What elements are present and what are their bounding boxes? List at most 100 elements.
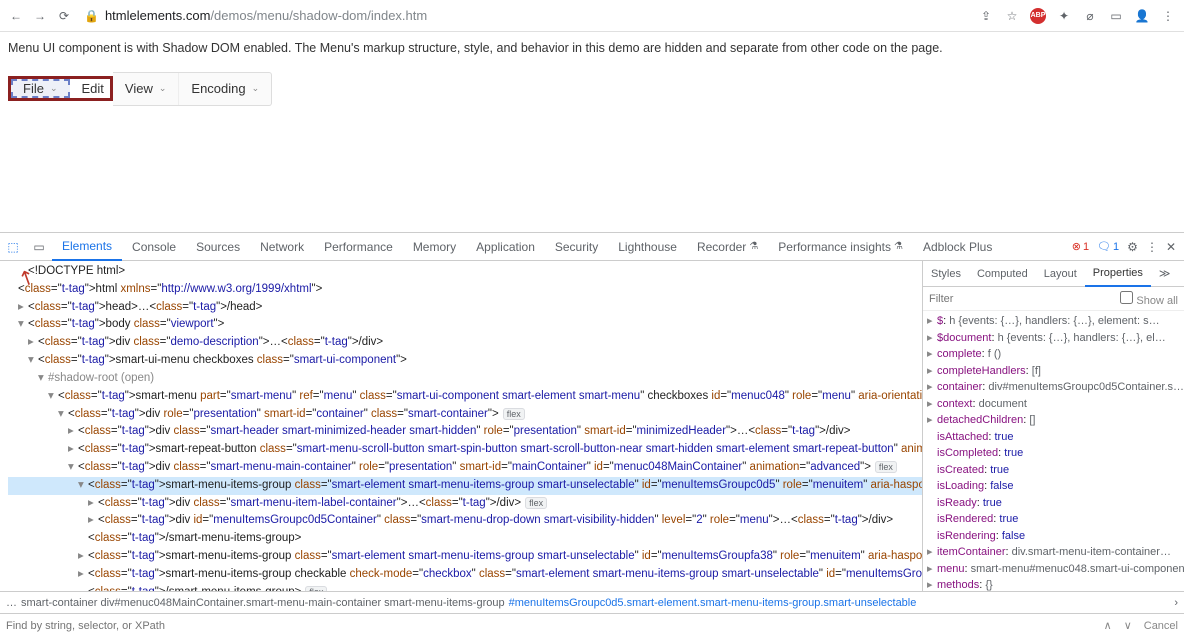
tab-network[interactable]: Network bbox=[250, 233, 314, 261]
dom-node[interactable]: ▸<class="t-tag">div class="smart-header … bbox=[8, 423, 922, 441]
property-row[interactable]: isRendering: false bbox=[927, 528, 1180, 545]
lock-icon: 🔒 bbox=[84, 9, 99, 23]
tab-adblock-plus[interactable]: Adblock Plus bbox=[913, 233, 1002, 261]
property-row[interactable]: isCreated: true bbox=[927, 462, 1180, 479]
tab-performance-insights[interactable]: Performance insights⚗ bbox=[768, 233, 913, 261]
property-row[interactable]: ▸container: div#menuItemsGroupc0d5Contai… bbox=[927, 379, 1180, 396]
property-row[interactable]: ▸complete: f () bbox=[927, 346, 1180, 363]
browser-actions: ⇪ ☆ ABP ✦ ⌀ ▭ 👤 ⋮ bbox=[978, 8, 1176, 24]
back-button[interactable]: ← bbox=[8, 8, 24, 24]
gear-icon[interactable]: ⚙ bbox=[1127, 240, 1138, 254]
profile-icon[interactable]: 👤 bbox=[1134, 8, 1150, 24]
tab-application[interactable]: Application bbox=[466, 233, 545, 261]
error-count[interactable]: ⊗ 1 bbox=[1072, 240, 1089, 253]
dom-node[interactable]: ▸<class="t-tag">head>…<class="t-tag">/he… bbox=[8, 299, 922, 317]
page-content: Menu UI component is with Shadow DOM ena… bbox=[0, 32, 1184, 106]
share-icon[interactable]: ⇪ bbox=[978, 8, 994, 24]
dom-node[interactable]: ▾<class="t-tag">smart-menu part="smart-m… bbox=[8, 388, 922, 406]
more-tabs[interactable]: ≫ bbox=[1151, 261, 1179, 287]
dom-node[interactable]: ▸<class="t-tag">smart-menu-items-group c… bbox=[8, 548, 922, 566]
dom-node[interactable]: ▸<class="t-tag">smart-repeat-button clas… bbox=[8, 441, 922, 459]
property-row[interactable]: ▸itemContainer: div.smart-menu-item-cont… bbox=[927, 544, 1180, 561]
dom-node[interactable]: ▸<class="t-tag">smart-menu-items-group c… bbox=[8, 566, 922, 584]
chevron-down-icon: ⌄ bbox=[50, 83, 58, 94]
cancel-button[interactable]: Cancel bbox=[1144, 620, 1178, 632]
tab-security[interactable]: Security bbox=[545, 233, 608, 261]
sidebar-tab-layout[interactable]: Layout bbox=[1036, 261, 1085, 287]
find-bar: ∧ ∨ Cancel bbox=[0, 613, 1184, 637]
tab-recorder[interactable]: Recorder⚗ bbox=[687, 233, 768, 261]
more-icon[interactable]: ⋮ bbox=[1146, 240, 1158, 254]
property-row[interactable]: ▸$: h {events: {…}, handlers: {…}, eleme… bbox=[927, 313, 1180, 330]
tab-performance[interactable]: Performance bbox=[314, 233, 403, 261]
property-row[interactable]: ▸methods: {} bbox=[927, 577, 1180, 591]
property-row[interactable]: isLoading: false bbox=[927, 478, 1180, 495]
dom-node[interactable]: <class="t-tag">/smart-menu-items-group>f… bbox=[8, 584, 922, 591]
menu-item-edit[interactable]: Edit bbox=[70, 79, 110, 98]
device-toggle[interactable]: ▭ bbox=[26, 234, 52, 260]
dom-node[interactable]: ▾<class="t-tag">div class="smart-menu-ma… bbox=[8, 459, 922, 477]
devtools-panel: ⬚ ▭ ElementsConsoleSourcesNetworkPerform… bbox=[0, 232, 1184, 637]
properties-list[interactable]: ▸$: h {events: {…}, handlers: {…}, eleme… bbox=[923, 311, 1184, 591]
property-row[interactable]: isRendered: true bbox=[927, 511, 1180, 528]
dom-node[interactable]: ▾<class="t-tag">smart-menu-items-group c… bbox=[8, 477, 922, 495]
ext-icon[interactable]: ⌀ bbox=[1082, 8, 1098, 24]
forward-button[interactable]: → bbox=[32, 8, 48, 24]
extensions-icon[interactable]: ✦ bbox=[1056, 8, 1072, 24]
url-text: htmlelements.com/demos/menu/shadow-dom/i… bbox=[105, 8, 427, 23]
sidebar-tab-styles[interactable]: Styles bbox=[923, 261, 969, 287]
dom-node[interactable]: ▸<class="t-tag">div class="demo-descript… bbox=[8, 334, 922, 352]
close-icon[interactable]: ✕ bbox=[1166, 240, 1176, 254]
show-all-toggle[interactable]: Show all bbox=[1120, 291, 1178, 307]
property-row[interactable]: ▸$document: h {events: {…}, handlers: {…… bbox=[927, 330, 1180, 347]
inspect-button[interactable]: ⬚ bbox=[0, 234, 26, 260]
info-count[interactable]: 🗨 1 bbox=[1097, 240, 1119, 253]
abp-icon[interactable]: ABP bbox=[1030, 8, 1046, 24]
chevron-down-icon: ⌄ bbox=[252, 83, 260, 94]
prev-match[interactable]: ∧ bbox=[1104, 619, 1112, 632]
dom-node[interactable]: ▾<class="t-tag">div role="presentation" … bbox=[8, 406, 922, 424]
styles-sidebar: StylesComputedLayoutProperties≫ Show all… bbox=[922, 261, 1184, 591]
property-row[interactable]: isAttached: true bbox=[927, 429, 1180, 446]
property-row[interactable]: isCompleted: true bbox=[927, 445, 1180, 462]
tab-memory[interactable]: Memory bbox=[403, 233, 466, 261]
sidebar-tab-properties[interactable]: Properties bbox=[1085, 261, 1151, 287]
next-match[interactable]: ∨ bbox=[1124, 619, 1132, 632]
tab-console[interactable]: Console bbox=[122, 233, 186, 261]
tab-elements[interactable]: Elements bbox=[52, 233, 122, 261]
property-row[interactable]: ▸menu: smart-menu#menuc048.smart-ui-comp… bbox=[927, 561, 1180, 578]
browser-toolbar: ← → ⟳ 🔒 htmlelements.com/demos/menu/shad… bbox=[0, 0, 1184, 32]
sidebar-tabs: StylesComputedLayoutProperties≫ bbox=[923, 261, 1184, 287]
menu-item-encoding[interactable]: Encoding⌄ bbox=[179, 73, 271, 105]
property-row[interactable]: isReady: true bbox=[927, 495, 1180, 512]
menu-item-file[interactable]: File⌄ bbox=[11, 79, 70, 98]
dom-node[interactable]: ▸<class="t-tag">div class="smart-menu-it… bbox=[8, 495, 922, 513]
menu-item-view[interactable]: View⌄ bbox=[113, 73, 180, 105]
find-input[interactable] bbox=[6, 620, 1104, 632]
tab-lighthouse[interactable]: Lighthouse bbox=[608, 233, 687, 261]
star-icon[interactable]: ☆ bbox=[1004, 8, 1020, 24]
property-row[interactable]: ▸context: document bbox=[927, 396, 1180, 413]
dom-node[interactable]: ▸<class="t-tag">div id="menuItemsGroupc0… bbox=[8, 512, 922, 530]
dom-node[interactable]: <class="t-tag">html xmlns="http://www.w3… bbox=[8, 281, 922, 299]
dom-node[interactable]: <!DOCTYPE html> bbox=[8, 263, 922, 281]
dom-node[interactable]: ▾<class="t-tag">smart-ui-menu checkboxes… bbox=[8, 352, 922, 370]
menu-icon[interactable]: ⋮ bbox=[1160, 8, 1176, 24]
devtools-tabs: ⬚ ▭ ElementsConsoleSourcesNetworkPerform… bbox=[0, 233, 1184, 261]
dom-node[interactable]: ▾#shadow-root (open) bbox=[8, 370, 922, 388]
filter-input[interactable] bbox=[929, 293, 1120, 305]
dom-node[interactable]: <class="t-tag">/smart-menu-items-group> bbox=[8, 530, 922, 548]
breadcrumb[interactable]: … smart-container div#menuc048MainContai… bbox=[0, 591, 1184, 613]
tab-sources[interactable]: Sources bbox=[186, 233, 250, 261]
properties-filter: Show all bbox=[923, 287, 1184, 311]
property-row[interactable]: ▸detachedChildren: [] bbox=[927, 412, 1180, 429]
highlight-box: File⌄ Edit bbox=[8, 76, 113, 101]
ext2-icon[interactable]: ▭ bbox=[1108, 8, 1124, 24]
elements-tree[interactable]: ↖ <!DOCTYPE html><class="t-tag">html xml… bbox=[0, 261, 922, 591]
address-bar[interactable]: 🔒 htmlelements.com/demos/menu/shadow-dom… bbox=[80, 4, 970, 28]
sidebar-tab-computed[interactable]: Computed bbox=[969, 261, 1036, 287]
property-row[interactable]: ▸completeHandlers: [f] bbox=[927, 363, 1180, 380]
reload-button[interactable]: ⟳ bbox=[56, 8, 72, 24]
dom-node[interactable]: ▾<class="t-tag">body class="viewport"> bbox=[8, 316, 922, 334]
chevron-down-icon: ⌄ bbox=[159, 83, 167, 94]
